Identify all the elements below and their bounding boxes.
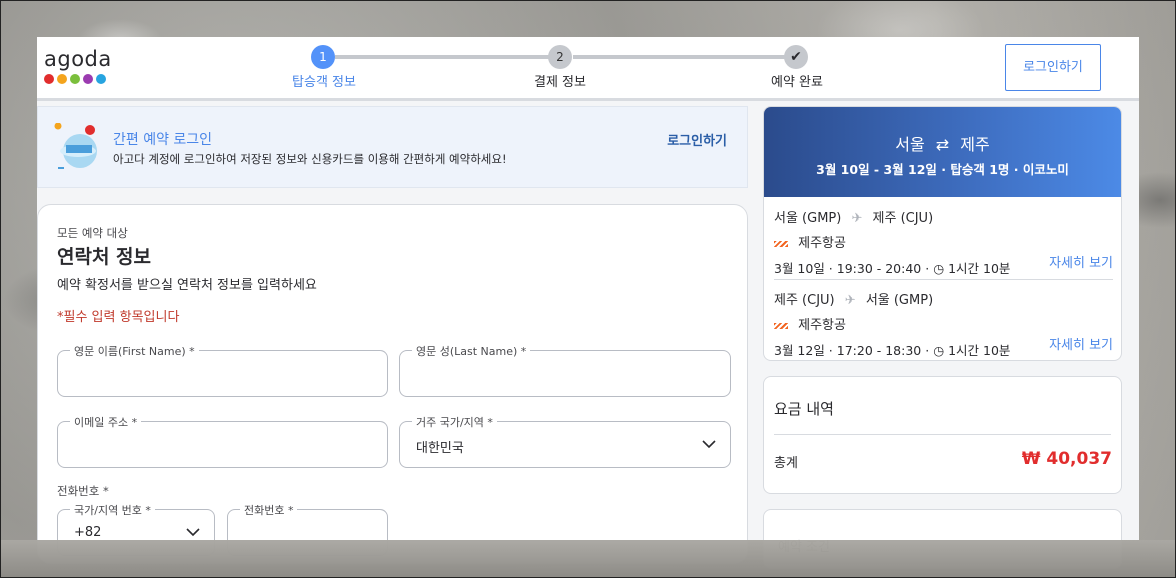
phone-code-label: 국가/지역 번호 * bbox=[70, 502, 155, 518]
last-name-label: 영문 성(Last Name) * bbox=[412, 343, 531, 359]
leg-schedule: 3월 12일 · 17:20 - 18:30 · bbox=[774, 343, 934, 358]
leg-route: 제주 (CJU) ✈ 서울 (GMP) bbox=[774, 289, 1113, 308]
jeju-air-logo-icon bbox=[774, 322, 788, 329]
quick-login-banner: 간편 예약 로그인 아고다 계정에 로그인하여 저장된 정보와 신용카드를 이용… bbox=[37, 106, 748, 188]
total-label: 총계 bbox=[774, 456, 798, 471]
chevron-down-icon bbox=[702, 440, 716, 449]
step-connector bbox=[335, 55, 571, 59]
price-divider bbox=[774, 434, 1111, 435]
leg-duration: 1시간 10분 bbox=[948, 261, 1011, 276]
step-2-label: 결제 정보 bbox=[534, 75, 586, 90]
phone-number-field[interactable]: 전화번호 * bbox=[227, 502, 388, 556]
clock-icon: ◷ bbox=[933, 343, 945, 358]
quick-login-title: 간편 예약 로그인 bbox=[113, 132, 213, 148]
leg-divider bbox=[774, 279, 1113, 280]
checkmark-icon: ✔ bbox=[784, 45, 808, 69]
leg-schedule: 3월 10일 · 19:30 - 20:40 · bbox=[774, 261, 934, 276]
flight-summary-card: 서울 ⇄ 제주 3월 10일 - 3월 12일 · 탑승객 1명 · 이코노미 … bbox=[763, 106, 1122, 361]
trip-meta: 3월 10일 - 3월 12일 · 탑승객 1명 · 이코노미 bbox=[816, 162, 1069, 177]
quick-login-description: 아고다 계정에 로그인하여 저장된 정보와 신용카드를 이용해 간편하게 예약하… bbox=[113, 152, 507, 166]
contact-description: 예약 확정서를 받으실 연락처 정보를 입력하세요 bbox=[57, 278, 317, 293]
step-connector bbox=[573, 55, 797, 59]
first-name-label: 영문 이름(First Name) * bbox=[70, 343, 199, 359]
airline-name: 제주항공 bbox=[798, 318, 846, 333]
leg-route: 서울 (GMP) ✈ 제주 (CJU) bbox=[774, 207, 1113, 226]
leg-to: 서울 (GMP) bbox=[865, 293, 934, 308]
header-login-button[interactable]: 로그인하기 bbox=[1005, 44, 1101, 91]
route-to: 제주 bbox=[960, 135, 990, 154]
leg-from: 서울 (GMP) bbox=[774, 211, 842, 226]
phone-section-title: 전화번호 * bbox=[57, 484, 109, 498]
contact-subtitle: 모든 예약 대상 bbox=[57, 226, 128, 240]
route-title: 서울 ⇄ 제주 bbox=[764, 107, 1121, 155]
country-label: 거주 국가/지역 * bbox=[412, 414, 497, 430]
email-field[interactable]: 이메일 주소 * bbox=[57, 414, 388, 468]
step-1-indicator: 1 bbox=[311, 45, 335, 69]
leg-detail-link[interactable]: 자세히 보기 bbox=[1049, 252, 1113, 271]
route-from: 서울 bbox=[895, 135, 925, 154]
step-3-label: 예약 완료 bbox=[771, 75, 823, 90]
step-1-label: 탑승객 정보 bbox=[292, 75, 356, 90]
clock-icon: ◷ bbox=[933, 261, 945, 276]
top-header: agoda 1 탑승객 정보 2 결제 정보 ✔ 예약 완료 로그인하기 bbox=[37, 37, 1139, 101]
leg-airline: 제주항공 bbox=[774, 314, 1113, 333]
contact-info-card: 모든 예약 대상 연락처 정보 예약 확정서를 받으실 연락처 정보를 입력하세… bbox=[37, 204, 748, 564]
chevron-down-icon bbox=[186, 528, 200, 537]
booking-conditions-title: 예약 조건 bbox=[778, 540, 830, 555]
flight-leg-return: 제주 (CJU) ✈ 서울 (GMP) 제주항공 3월 12일 · 17:20 … bbox=[774, 289, 1113, 358]
leg-airline: 제주항공 bbox=[774, 232, 1113, 251]
required-note: *필수 입력 항목입니다 bbox=[57, 310, 180, 325]
phone-code-select[interactable]: 국가/지역 번호 * +82 bbox=[57, 502, 215, 556]
leg-to: 제주 (CJU) bbox=[872, 211, 934, 226]
price-title: 요금 내역 bbox=[774, 400, 834, 418]
progress-steps: 1 탑승객 정보 2 결제 정보 ✔ 예약 완료 bbox=[37, 37, 1139, 101]
email-label: 이메일 주소 * bbox=[70, 414, 142, 430]
first-name-field[interactable]: 영문 이름(First Name) * bbox=[57, 343, 388, 397]
flight-summary-header: 서울 ⇄ 제주 3월 10일 - 3월 12일 · 탑승객 1명 · 이코노미 bbox=[764, 107, 1121, 197]
flight-leg-outbound: 서울 (GMP) ✈ 제주 (CJU) 제주항공 3월 10일 · 19:30 … bbox=[774, 207, 1113, 276]
leg-from: 제주 (CJU) bbox=[774, 293, 835, 308]
jeju-air-logo-icon bbox=[774, 240, 788, 247]
country-value: 대한민국 bbox=[416, 441, 464, 456]
quick-login-link[interactable]: 로그인하기 bbox=[667, 130, 727, 149]
step-2-indicator: 2 bbox=[548, 45, 572, 69]
airline-name: 제주항공 bbox=[798, 236, 846, 251]
booking-conditions-card[interactable]: 예약 조건 bbox=[763, 509, 1122, 569]
contact-title: 연락처 정보 bbox=[57, 246, 152, 268]
last-name-field[interactable]: 영문 성(Last Name) * bbox=[399, 343, 731, 397]
price-breakdown-card: 요금 내역 총계 ₩ 40,037 bbox=[763, 376, 1122, 494]
phone-number-label: 전화번호 * bbox=[240, 502, 298, 518]
phone-code-value: +82 bbox=[74, 525, 102, 540]
plane-icon: ✈ bbox=[844, 293, 856, 308]
leg-duration: 1시간 10분 bbox=[948, 343, 1011, 358]
plane-icon: ✈ bbox=[851, 211, 863, 226]
total-price: ₩ 40,037 bbox=[1021, 449, 1112, 469]
country-select[interactable]: 거주 국가/지역 * 대한민국 bbox=[399, 414, 731, 468]
passport-illustration-icon bbox=[54, 123, 97, 169]
swap-arrow-icon: ⇄ bbox=[935, 135, 950, 154]
leg-detail-link[interactable]: 자세히 보기 bbox=[1049, 334, 1113, 353]
